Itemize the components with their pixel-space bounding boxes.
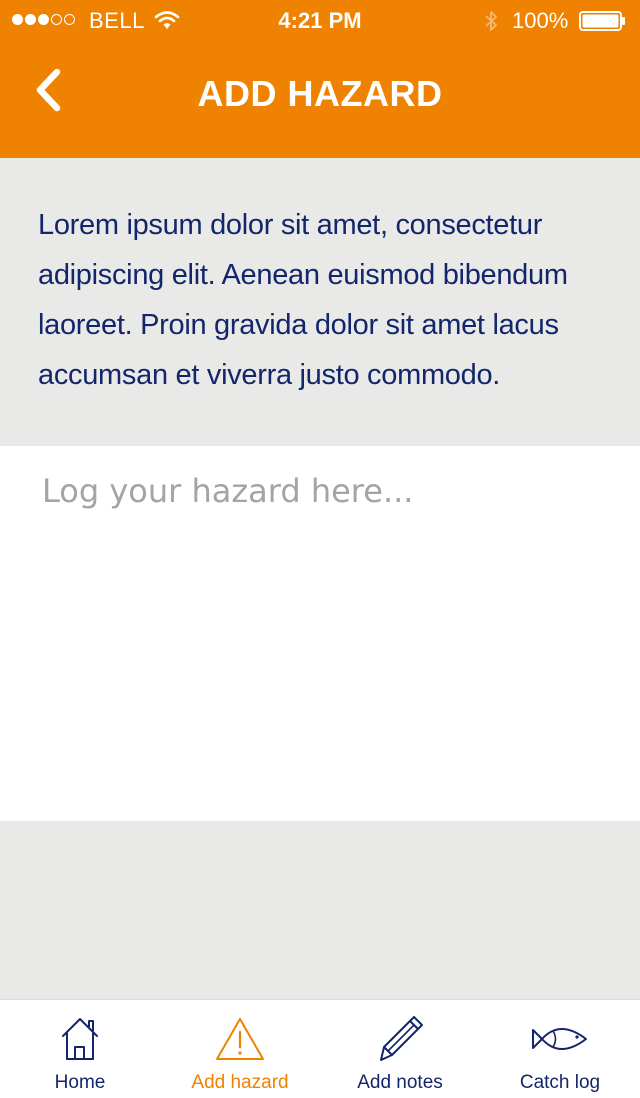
pencil-icon [380,1016,423,1061]
home-icon [62,1018,98,1060]
bluetooth-icon [485,11,497,31]
status-bar: BELL 4:21 PM 100% [0,0,640,40]
tab-label: Home [54,1072,106,1093]
navigation-bar: ADD HAZARD [0,40,640,158]
tab-bar: Home Add hazard Add notes Catch log [0,999,640,1098]
hazard-input[interactable] [0,446,640,821]
header: BELL 4:21 PM 100% ADD HAZARD [0,0,640,158]
fish-icon [532,1028,587,1050]
tab-add-notes[interactable]: Add notes [320,1000,480,1098]
battery-percentage: 100% [512,8,569,33]
tab-home[interactable]: Home [0,1000,160,1098]
intro-section: Lorem ipsum dolor sit amet, consectetur … [0,158,640,446]
tab-label: Add hazard [191,1072,289,1093]
tab-catch-log[interactable]: Catch log [480,1000,640,1098]
tab-label: Add notes [357,1072,443,1093]
warning-icon [216,1018,264,1060]
intro-text: Lorem ipsum dolor sit amet, consectetur … [38,209,568,391]
page-title: ADD HAZARD [197,73,443,114]
battery-icon [579,11,625,31]
tab-label: Catch log [519,1072,601,1093]
tab-add-hazard[interactable]: Add hazard [160,1000,320,1098]
